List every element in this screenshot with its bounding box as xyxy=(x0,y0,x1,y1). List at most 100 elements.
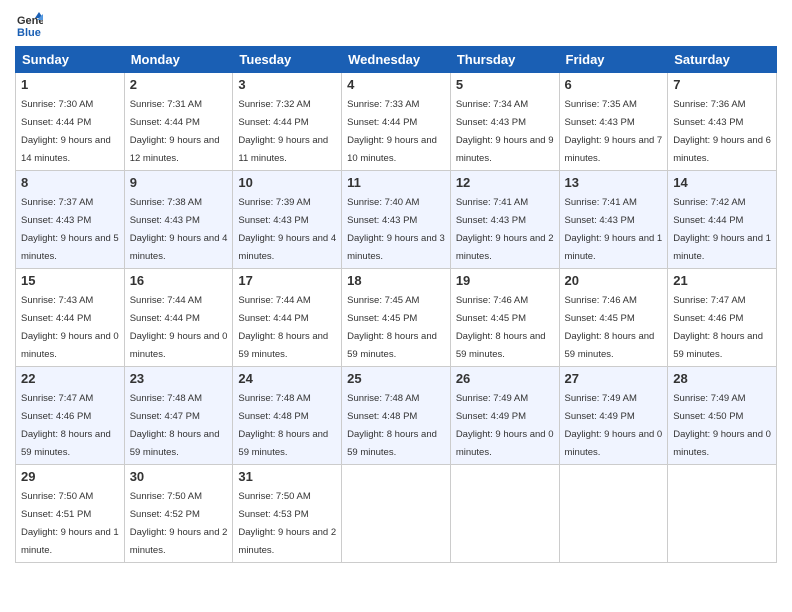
day-cell: 13 Sunrise: 7:41 AMSunset: 4:43 PMDayligh… xyxy=(559,171,668,269)
day-cell: 16 Sunrise: 7:44 AMSunset: 4:44 PMDayligh… xyxy=(124,269,233,367)
weekday-header: Saturday xyxy=(668,47,777,73)
day-cell: 28 Sunrise: 7:49 AMSunset: 4:50 PMDayligh… xyxy=(668,367,777,465)
day-cell: 8 Sunrise: 7:37 AMSunset: 4:43 PMDaylight… xyxy=(16,171,125,269)
day-number: 4 xyxy=(347,77,445,92)
day-number: 8 xyxy=(21,175,119,190)
weekday-header: Sunday xyxy=(16,47,125,73)
day-number: 25 xyxy=(347,371,445,386)
day-detail: Sunrise: 7:48 AMSunset: 4:48 PMDaylight:… xyxy=(238,393,328,458)
calendar-table: SundayMondayTuesdayWednesdayThursdayFrid… xyxy=(15,46,777,563)
day-number: 16 xyxy=(130,273,228,288)
weekday-header: Friday xyxy=(559,47,668,73)
day-number: 17 xyxy=(238,273,336,288)
day-number: 23 xyxy=(130,371,228,386)
day-detail: Sunrise: 7:43 AMSunset: 4:44 PMDaylight:… xyxy=(21,295,119,360)
day-detail: Sunrise: 7:46 AMSunset: 4:45 PMDaylight:… xyxy=(456,295,546,360)
day-number: 2 xyxy=(130,77,228,92)
day-cell: 23 Sunrise: 7:48 AMSunset: 4:47 PMDayligh… xyxy=(124,367,233,465)
day-detail: Sunrise: 7:35 AMSunset: 4:43 PMDaylight:… xyxy=(565,99,663,164)
day-cell: 26Sunrise: 7:49 AMSunset: 4:49 PMDayligh… xyxy=(450,367,559,465)
day-detail: Sunrise: 7:48 AMSunset: 4:47 PMDaylight:… xyxy=(130,393,220,458)
day-number: 14 xyxy=(673,175,771,190)
day-detail: Sunrise: 7:49 AMSunset: 4:49 PMDaylight:… xyxy=(456,393,554,458)
day-detail: Sunrise: 7:31 AMSunset: 4:44 PMDaylight:… xyxy=(130,99,220,164)
day-detail: Sunrise: 7:36 AMSunset: 4:43 PMDaylight:… xyxy=(673,99,771,164)
day-number: 18 xyxy=(347,273,445,288)
day-number: 20 xyxy=(565,273,663,288)
weekday-header: Monday xyxy=(124,47,233,73)
day-cell: 6 Sunrise: 7:35 AMSunset: 4:43 PMDaylight… xyxy=(559,73,668,171)
day-detail: Sunrise: 7:50 AMSunset: 4:53 PMDaylight:… xyxy=(238,491,336,556)
empty-cell xyxy=(342,465,451,563)
day-number: 10 xyxy=(238,175,336,190)
day-detail: Sunrise: 7:50 AMSunset: 4:51 PMDaylight:… xyxy=(21,491,119,556)
calendar-row: 1 Sunrise: 7:30 AMSunset: 4:44 PMDaylight… xyxy=(16,73,777,171)
day-detail: Sunrise: 7:42 AMSunset: 4:44 PMDaylight:… xyxy=(673,197,771,262)
day-cell: 11Sunrise: 7:40 AMSunset: 4:43 PMDayligh… xyxy=(342,171,451,269)
day-number: 29 xyxy=(21,469,119,484)
calendar-row: 29 Sunrise: 7:50 AMSunset: 4:51 PMDayligh… xyxy=(16,465,777,563)
day-cell: 19 Sunrise: 7:46 AMSunset: 4:45 PMDayligh… xyxy=(450,269,559,367)
day-number: 30 xyxy=(130,469,228,484)
day-cell: 5 Sunrise: 7:34 AMSunset: 4:43 PMDaylight… xyxy=(450,73,559,171)
day-detail: Sunrise: 7:44 AMSunset: 4:44 PMDaylight:… xyxy=(130,295,228,360)
calendar-row: 22Sunrise: 7:47 AMSunset: 4:46 PMDayligh… xyxy=(16,367,777,465)
day-detail: Sunrise: 7:39 AMSunset: 4:43 PMDaylight:… xyxy=(238,197,336,262)
day-cell: 25 Sunrise: 7:48 AMSunset: 4:48 PMDayligh… xyxy=(342,367,451,465)
day-cell: 12 Sunrise: 7:41 AMSunset: 4:43 PMDayligh… xyxy=(450,171,559,269)
svg-text:Blue: Blue xyxy=(17,27,41,38)
day-cell: 1 Sunrise: 7:30 AMSunset: 4:44 PMDaylight… xyxy=(16,73,125,171)
day-cell: 14 Sunrise: 7:42 AMSunset: 4:44 PMDayligh… xyxy=(668,171,777,269)
empty-cell xyxy=(668,465,777,563)
day-number: 27 xyxy=(565,371,663,386)
day-detail: Sunrise: 7:44 AMSunset: 4:44 PMDaylight:… xyxy=(238,295,328,360)
day-detail: Sunrise: 7:45 AMSunset: 4:45 PMDaylight:… xyxy=(347,295,437,360)
day-cell: 7 Sunrise: 7:36 AMSunset: 4:43 PMDaylight… xyxy=(668,73,777,171)
day-number: 3 xyxy=(238,77,336,92)
day-cell: 31 Sunrise: 7:50 AMSunset: 4:53 PMDayligh… xyxy=(233,465,342,563)
day-number: 11 xyxy=(347,175,445,190)
day-number: 9 xyxy=(130,175,228,190)
day-number: 19 xyxy=(456,273,554,288)
day-number: 5 xyxy=(456,77,554,92)
day-detail: Sunrise: 7:37 AMSunset: 4:43 PMDaylight:… xyxy=(21,197,119,262)
day-detail: Sunrise: 7:34 AMSunset: 4:43 PMDaylight:… xyxy=(456,99,554,164)
weekday-header: Thursday xyxy=(450,47,559,73)
day-cell: 4Sunrise: 7:33 AMSunset: 4:44 PMDaylight… xyxy=(342,73,451,171)
day-number: 28 xyxy=(673,371,771,386)
day-number: 21 xyxy=(673,273,771,288)
day-cell: 30Sunrise: 7:50 AMSunset: 4:52 PMDayligh… xyxy=(124,465,233,563)
day-cell: 27 Sunrise: 7:49 AMSunset: 4:49 PMDayligh… xyxy=(559,367,668,465)
day-cell: 20Sunrise: 7:46 AMSunset: 4:45 PMDayligh… xyxy=(559,269,668,367)
header: General Blue xyxy=(15,10,777,38)
day-cell: 22Sunrise: 7:47 AMSunset: 4:46 PMDayligh… xyxy=(16,367,125,465)
day-cell: 3 Sunrise: 7:32 AMSunset: 4:44 PMDaylight… xyxy=(233,73,342,171)
logo-icon: General Blue xyxy=(15,10,43,38)
main-container: General Blue SundayMondayTuesdayWednesda… xyxy=(0,0,792,573)
day-cell: 17 Sunrise: 7:44 AMSunset: 4:44 PMDayligh… xyxy=(233,269,342,367)
day-number: 7 xyxy=(673,77,771,92)
day-number: 12 xyxy=(456,175,554,190)
day-detail: Sunrise: 7:32 AMSunset: 4:44 PMDaylight:… xyxy=(238,99,328,164)
day-number: 13 xyxy=(565,175,663,190)
day-detail: Sunrise: 7:48 AMSunset: 4:48 PMDaylight:… xyxy=(347,393,437,458)
day-detail: Sunrise: 7:41 AMSunset: 4:43 PMDaylight:… xyxy=(565,197,663,262)
day-detail: Sunrise: 7:38 AMSunset: 4:43 PMDaylight:… xyxy=(130,197,228,262)
calendar-row: 8 Sunrise: 7:37 AMSunset: 4:43 PMDaylight… xyxy=(16,171,777,269)
day-number: 15 xyxy=(21,273,119,288)
weekday-header: Tuesday xyxy=(233,47,342,73)
day-cell: 9 Sunrise: 7:38 AMSunset: 4:43 PMDaylight… xyxy=(124,171,233,269)
day-cell: 24 Sunrise: 7:48 AMSunset: 4:48 PMDayligh… xyxy=(233,367,342,465)
day-detail: Sunrise: 7:30 AMSunset: 4:44 PMDaylight:… xyxy=(21,99,111,164)
day-number: 24 xyxy=(238,371,336,386)
day-number: 6 xyxy=(565,77,663,92)
calendar-row: 15 Sunrise: 7:43 AMSunset: 4:44 PMDayligh… xyxy=(16,269,777,367)
day-detail: Sunrise: 7:41 AMSunset: 4:43 PMDaylight:… xyxy=(456,197,554,262)
day-detail: Sunrise: 7:49 AMSunset: 4:49 PMDaylight:… xyxy=(565,393,663,458)
day-cell: 21Sunrise: 7:47 AMSunset: 4:46 PMDayligh… xyxy=(668,269,777,367)
day-detail: Sunrise: 7:49 AMSunset: 4:50 PMDaylight:… xyxy=(673,393,771,458)
day-cell: 2 Sunrise: 7:31 AMSunset: 4:44 PMDaylight… xyxy=(124,73,233,171)
day-number: 1 xyxy=(21,77,119,92)
weekday-header: Wednesday xyxy=(342,47,451,73)
day-number: 31 xyxy=(238,469,336,484)
